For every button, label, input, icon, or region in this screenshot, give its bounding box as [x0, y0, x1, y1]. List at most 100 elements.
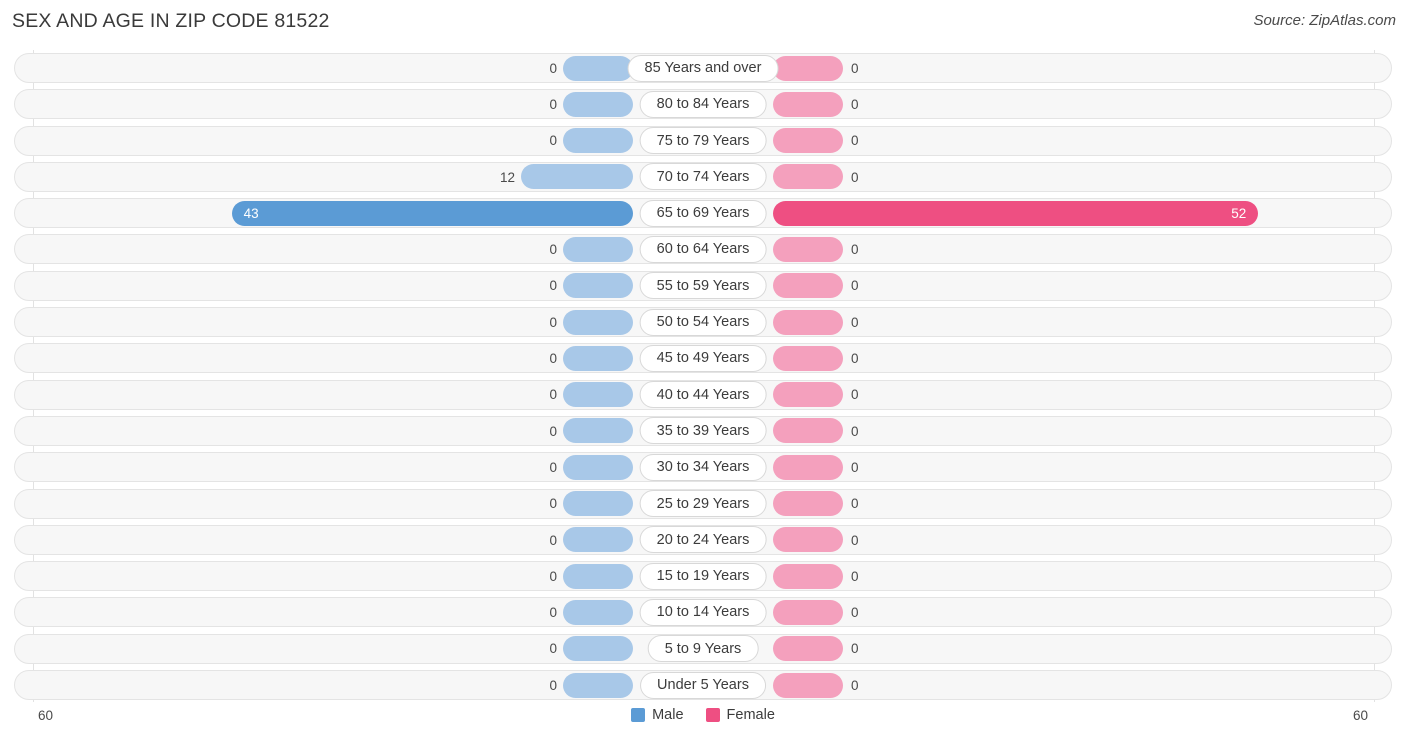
female-bar[interactable] — [773, 55, 843, 81]
age-group-label-text: 5 to 9 Years — [664, 640, 742, 657]
male-bar[interactable] — [563, 128, 633, 154]
chart-row: 0 0 20 to 24 Years — [0, 522, 1406, 558]
male-bar[interactable] — [563, 563, 633, 589]
age-group-label-text: 45 to 49 Years — [656, 350, 750, 367]
male-value-label: 0 — [549, 278, 557, 294]
female-value-label: 0 — [851, 459, 859, 475]
male-bar[interactable] — [563, 55, 633, 81]
female-value-label: 0 — [851, 568, 859, 584]
male-bar[interactable] — [563, 636, 633, 662]
female-value-label: 0 — [851, 278, 859, 294]
chart-plot-area: 0 0 85 Years and over 0 0 80 to 84 Years 0 0 75 … — [0, 50, 1406, 704]
chart-row: 0 0 Under 5 Years — [0, 667, 1406, 703]
female-bar[interactable] — [773, 491, 843, 517]
chart-page: SEX AND AGE IN ZIP CODE 81522 Source: Zi… — [0, 0, 1406, 740]
chart-row: 0 0 35 to 39 Years — [0, 413, 1406, 449]
male-value-label: 0 — [549, 532, 557, 548]
male-bar[interactable] — [563, 382, 633, 408]
age-group-label-text: 10 to 14 Years — [656, 604, 750, 621]
age-group-label: 25 to 29 Years — [639, 490, 767, 518]
female-bar[interactable] — [773, 527, 843, 553]
chart-row: 0 0 10 to 14 Years — [0, 594, 1406, 630]
female-value-label: 0 — [851, 532, 859, 548]
page-title: SEX AND AGE IN ZIP CODE 81522 — [12, 10, 330, 32]
legend-item-male[interactable]: Male — [631, 707, 684, 723]
female-bar[interactable] — [773, 418, 843, 444]
age-group-label: 50 to 54 Years — [639, 308, 767, 336]
chart-row: 0 0 45 to 49 Years — [0, 340, 1406, 376]
male-bar[interactable] — [563, 454, 633, 480]
legend-item-female[interactable]: Female — [705, 707, 775, 723]
male-value-label: 0 — [549, 60, 557, 76]
chart-legend: Male Female — [0, 707, 1406, 723]
male-value-label: 0 — [549, 641, 557, 657]
female-bar[interactable] — [773, 345, 843, 371]
male-value-label: 0 — [549, 133, 557, 149]
female-bar[interactable] — [773, 128, 843, 154]
legend-label-female: Female — [726, 707, 775, 723]
female-color-swatch — [705, 708, 720, 722]
chart-row: 0 0 55 to 59 Years — [0, 268, 1406, 304]
female-bar[interactable] — [773, 636, 843, 662]
age-group-label-text: 65 to 69 Years — [656, 205, 750, 222]
age-group-label: 45 to 49 Years — [639, 344, 767, 372]
female-bar[interactable] — [773, 563, 843, 589]
female-bar[interactable] — [773, 382, 843, 408]
male-value-label: 0 — [549, 605, 557, 621]
male-bar[interactable]: 43 — [231, 200, 633, 226]
male-bar[interactable] — [563, 418, 633, 444]
age-group-label: 15 to 19 Years — [639, 562, 767, 590]
age-group-label: 65 to 69 Years — [639, 199, 767, 227]
age-group-label-text: 40 to 44 Years — [656, 386, 750, 403]
age-group-label: 10 to 14 Years — [639, 598, 767, 626]
female-bar[interactable] — [773, 672, 843, 698]
chart-row: 0 0 75 to 79 Years — [0, 123, 1406, 159]
male-color-swatch — [631, 708, 646, 722]
chart-row: 0 0 25 to 29 Years — [0, 486, 1406, 522]
chart-row: 0 0 60 to 64 Years — [0, 231, 1406, 267]
age-group-label: 40 to 44 Years — [639, 381, 767, 409]
female-bar[interactable] — [773, 91, 843, 117]
male-value-label: 0 — [549, 96, 557, 112]
male-value-label: 0 — [549, 423, 557, 439]
female-bar[interactable] — [773, 309, 843, 335]
male-bar[interactable] — [521, 164, 633, 190]
age-group-label-text: 70 to 74 Years — [656, 168, 750, 185]
female-bar[interactable] — [773, 273, 843, 299]
male-bar[interactable] — [563, 273, 633, 299]
female-bar[interactable] — [773, 454, 843, 480]
age-group-label-text: 35 to 39 Years — [656, 422, 750, 439]
female-bar[interactable] — [773, 164, 843, 190]
male-bar[interactable] — [563, 599, 633, 625]
chart-row: 0 0 50 to 54 Years — [0, 304, 1406, 340]
female-bar[interactable] — [773, 236, 843, 262]
male-bar[interactable] — [563, 672, 633, 698]
chart-row: 12 0 70 to 74 Years — [0, 159, 1406, 195]
female-bar[interactable]: 52 — [773, 200, 1259, 226]
female-bar[interactable] — [773, 599, 843, 625]
chart-row: 0 0 15 to 19 Years — [0, 558, 1406, 594]
age-group-label-text: 60 to 64 Years — [656, 241, 750, 258]
female-value-label: 0 — [851, 677, 859, 693]
chart-header: SEX AND AGE IN ZIP CODE 81522 Source: Zi… — [0, 0, 1406, 46]
female-value-label: 0 — [851, 605, 859, 621]
male-bar[interactable] — [563, 527, 633, 553]
age-group-label-text: 55 to 59 Years — [656, 277, 750, 294]
age-group-label-text: 80 to 84 Years — [656, 96, 750, 113]
age-group-label-text: 15 to 19 Years — [656, 568, 750, 585]
female-value-label: 0 — [851, 96, 859, 112]
male-value-label: 0 — [549, 242, 557, 258]
age-group-label: 5 to 9 Years — [647, 635, 759, 663]
age-group-label-text: 75 to 79 Years — [656, 132, 750, 149]
male-value-inside: 43 — [243, 205, 259, 221]
female-value-label: 0 — [851, 387, 859, 403]
chart-row: 0 0 40 to 44 Years — [0, 377, 1406, 413]
male-bar[interactable] — [563, 345, 633, 371]
male-bar[interactable] — [563, 491, 633, 517]
female-value-label: 0 — [851, 169, 859, 185]
male-value-label: 12 — [499, 169, 515, 185]
male-bar[interactable] — [563, 236, 633, 262]
male-bar[interactable] — [563, 309, 633, 335]
male-bar[interactable] — [563, 91, 633, 117]
age-group-label-text: 30 to 34 Years — [656, 459, 750, 476]
